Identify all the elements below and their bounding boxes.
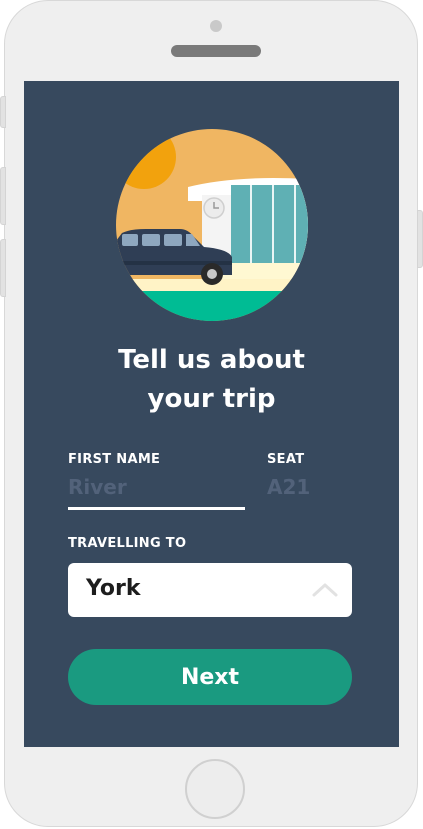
destination-select[interactable]: York xyxy=(68,563,352,617)
first-name-input[interactable]: River xyxy=(68,475,127,499)
home-button[interactable] xyxy=(185,759,245,819)
app-screen: Tell us about your trip FIRST NAME River… xyxy=(24,81,399,747)
side-button-volume-up xyxy=(0,167,6,225)
side-button-volume-down xyxy=(0,239,6,297)
seat-label: SEAT xyxy=(267,452,305,467)
speaker-slot xyxy=(171,45,261,57)
next-button[interactable]: Next xyxy=(68,649,352,705)
first-name-label: FIRST NAME xyxy=(68,452,161,467)
car-at-station-illustration xyxy=(116,129,308,321)
seat-input[interactable]: A21 xyxy=(267,475,310,499)
destination-label: TRAVELLING TO xyxy=(68,536,187,551)
chevron-up-icon[interactable] xyxy=(312,581,338,597)
page-title-line2: your trip xyxy=(147,384,276,414)
side-button-top xyxy=(0,96,6,128)
page-title-line1: Tell us about xyxy=(118,345,305,375)
camera-dot xyxy=(210,20,222,32)
side-button-power xyxy=(417,210,423,268)
first-name-underline xyxy=(68,507,245,510)
destination-value: York xyxy=(86,576,141,601)
